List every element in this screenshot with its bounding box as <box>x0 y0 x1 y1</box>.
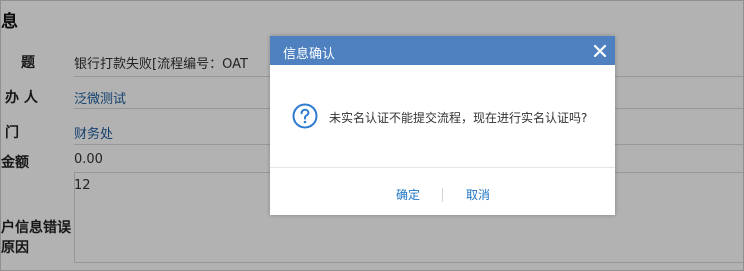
dialog-title: 信息确认 <box>283 47 336 62</box>
question-circle-icon <box>292 103 318 129</box>
confirm-dialog: 信息确认 未实名认证不能提交流程，现在进行实名认证吗? 确定 取消 <box>270 36 615 215</box>
dialog-header: 信息确认 <box>270 36 615 65</box>
dialog-footer: 确定 取消 <box>270 167 615 215</box>
close-icon[interactable] <box>591 42 609 60</box>
button-separator <box>442 188 443 202</box>
dialog-message: 未实名认证不能提交流程，现在进行实名认证吗? <box>329 111 588 125</box>
confirm-button[interactable]: 确定 <box>396 186 420 203</box>
cancel-button[interactable]: 取消 <box>466 186 490 203</box>
dialog-body: 未实名认证不能提交流程，现在进行实名认证吗? <box>270 65 615 167</box>
